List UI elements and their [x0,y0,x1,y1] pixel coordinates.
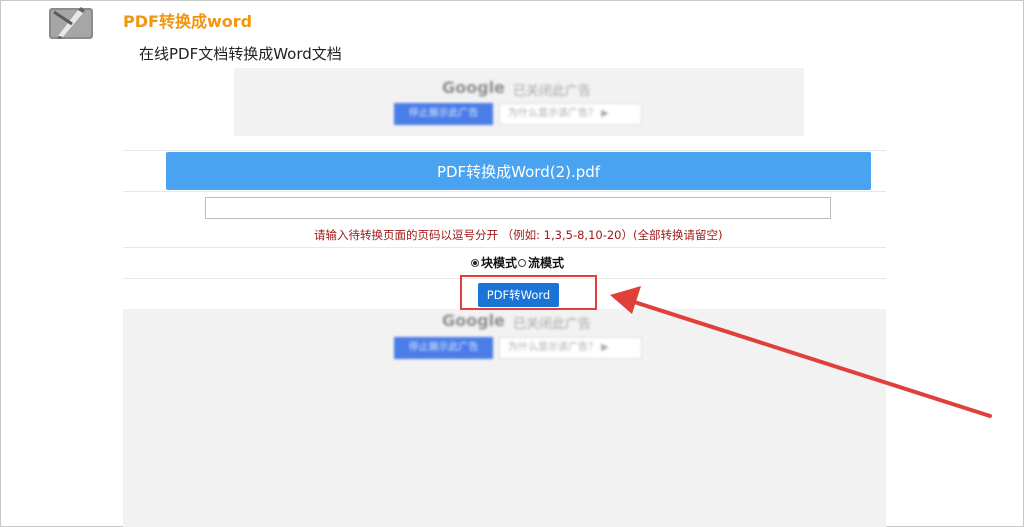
page-range-input[interactable] [205,197,831,219]
ad-brand: Google [442,78,505,97]
flow-mode-label[interactable]: 流模式 [528,254,564,271]
ad-why-button[interactable]: 为什么显示该广告？ ▶ [499,103,642,125]
mode-selector: 块模式 流模式 [470,254,564,271]
page-range-hint: 请输入待转换页面的页码以逗号分开 （例如: 1,3,5-8,10-20）(全部转… [314,228,723,242]
ad-why-button[interactable]: 为什么显示该广告？ ▶ [499,337,642,359]
ad-closed-text: 已关闭此广告 [513,317,592,332]
block-mode-label[interactable]: 块模式 [481,254,517,271]
ad-brand: Google [442,311,505,330]
flow-mode-radio[interactable] [518,258,527,267]
ad-stop-button[interactable]: 停止展示此广告 [394,103,493,125]
ad-banner-top: Google 已关闭此广告 停止展示此广告 为什么显示该广告？ ▶ [234,68,804,136]
page-subtitle: 在线PDF文档转换成Word文档 [139,45,342,63]
page-title: PDF转换成word [123,12,253,31]
block-mode-radio[interactable] [471,258,479,267]
divider [123,191,886,192]
convert-to-word-button[interactable]: PDF转Word [478,283,559,307]
file-name-bar: PDF转换成Word(2).pdf [166,152,871,190]
divider [123,150,886,151]
pdf-pen-icon [49,7,93,39]
divider [123,247,886,248]
ad-closed-text: 已关闭此广告 [513,84,592,99]
ad-stop-button[interactable]: 停止展示此广告 [394,337,493,359]
ad-banner-bottom: Google 已关闭此广告 停止展示此广告 为什么显示该广告？ ▶ [123,309,886,527]
